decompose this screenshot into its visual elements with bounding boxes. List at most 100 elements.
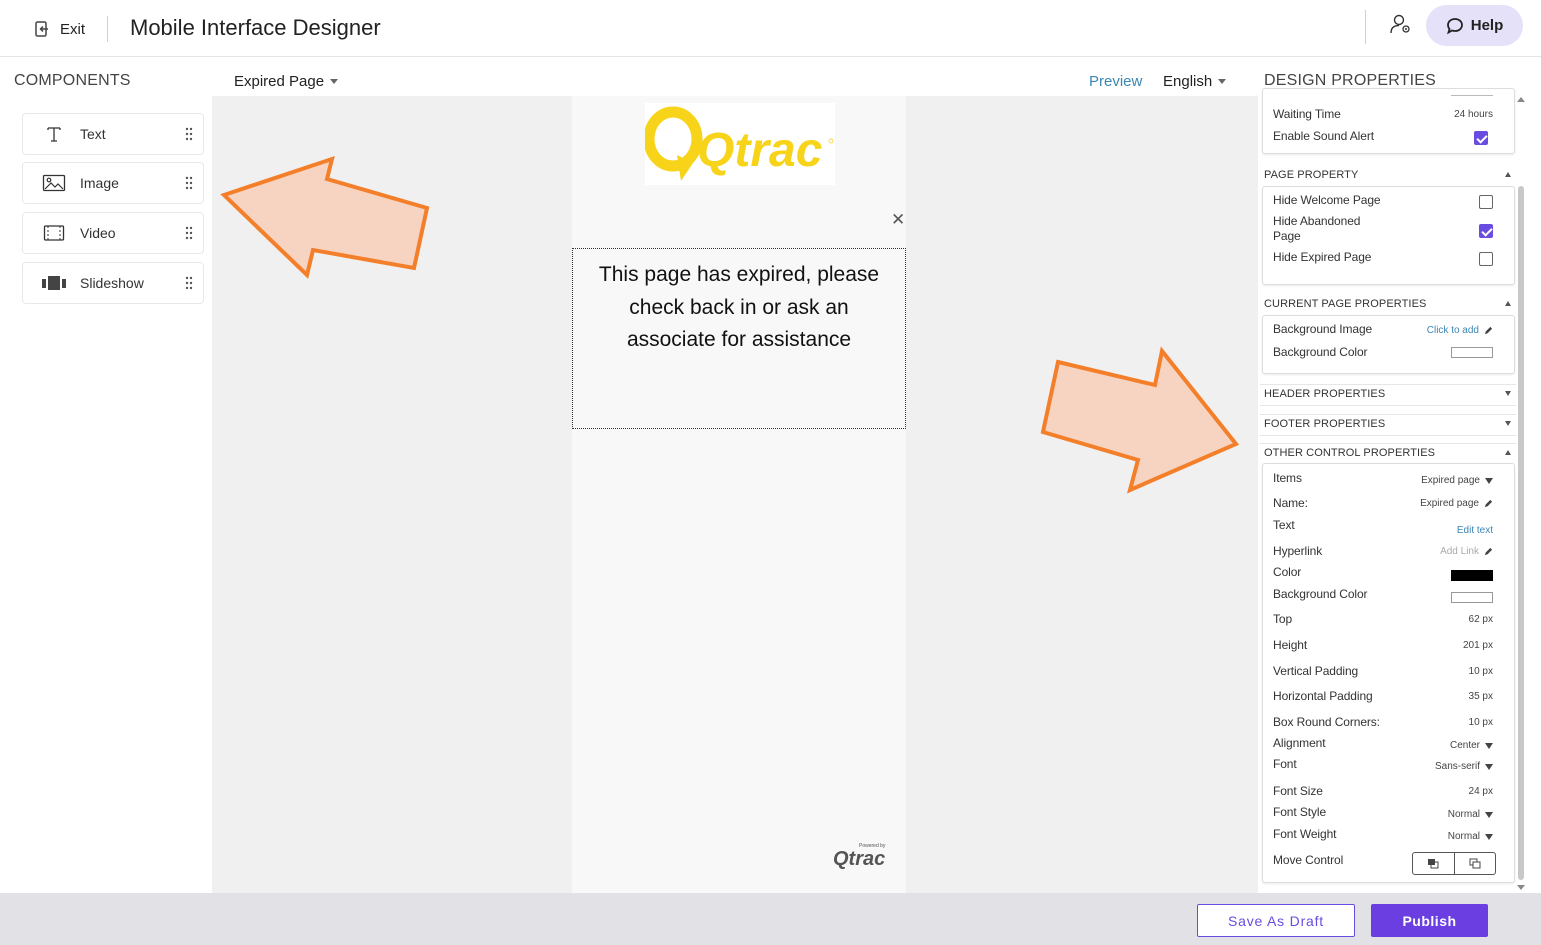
expired-message-box[interactable]: This page has expired, please check back…	[572, 248, 906, 429]
chevron-down-icon	[330, 79, 339, 84]
round-corners-label: Box Round Corners:	[1273, 715, 1380, 729]
height-value[interactable]: 201 px	[1463, 640, 1493, 651]
user-settings-icon[interactable]	[1389, 12, 1413, 36]
save-as-draft-button[interactable]: Save As Draft	[1197, 904, 1355, 937]
drag-handle-icon[interactable]	[185, 127, 193, 141]
font-value: Sans-serif	[1434, 761, 1480, 772]
phone-preview	[572, 96, 906, 893]
scroll-up-icon[interactable]	[1517, 97, 1525, 102]
preview-link[interactable]: Preview	[1089, 73, 1142, 90]
help-button[interactable]: Help	[1426, 5, 1523, 46]
hide-expired-checkbox[interactable]	[1479, 252, 1493, 266]
page-property-header[interactable]: PAGE PROPERTY	[1264, 169, 1513, 181]
divider	[1260, 435, 1516, 436]
send-backward-button[interactable]	[1455, 853, 1496, 874]
font-weight-value: Normal	[1447, 831, 1480, 842]
name-field[interactable]: Expired page	[1420, 498, 1493, 509]
pencil-icon	[1484, 326, 1493, 335]
annotation-arrow-right-icon	[1040, 346, 1240, 494]
text-label: Text	[1273, 518, 1295, 532]
component-slideshow[interactable]: Slideshow	[22, 262, 204, 304]
other-bg-color-label: Background Color	[1273, 587, 1368, 601]
component-text[interactable]: Text	[22, 113, 204, 155]
bg-image-add-text: Click to add	[1426, 325, 1479, 336]
app-title: Mobile Interface Designer	[130, 15, 381, 40]
items-value: Expired page	[1421, 475, 1480, 486]
edit-text-link[interactable]: Edit text	[1457, 525, 1493, 536]
footer-properties-header[interactable]: FOOTER PROPERTIES	[1264, 418, 1513, 430]
header-properties-header[interactable]: HEADER PROPERTIES	[1264, 388, 1513, 400]
publish-button[interactable]: Publish	[1371, 904, 1488, 937]
drag-handle-icon[interactable]	[185, 226, 193, 240]
bg-color-label: Background Color	[1273, 345, 1368, 359]
component-image[interactable]: Image	[22, 162, 204, 204]
vertical-padding-value[interactable]: 10 px	[1469, 666, 1493, 677]
hide-abandoned-label-cont: Page	[1273, 229, 1301, 243]
exit-button[interactable]: Exit	[34, 20, 85, 38]
add-link-value: Add Link	[1440, 546, 1479, 557]
video-icon	[43, 225, 65, 241]
hide-abandoned-checkbox[interactable]	[1479, 224, 1493, 238]
chevron-down-icon	[1485, 763, 1493, 770]
font-select[interactable]: Sans-serif	[1435, 761, 1493, 772]
powered-logo-text: Qtrac	[833, 848, 885, 870]
sound-alert-label: Enable Sound Alert	[1273, 129, 1374, 143]
drag-handle-icon[interactable]	[185, 276, 193, 290]
other-control-properties-header[interactable]: OTHER CONTROL PROPERTIES	[1264, 447, 1513, 459]
send-backward-icon	[1469, 858, 1481, 869]
components-panel: Text Image Video Slideshow	[14, 96, 212, 893]
component-label: Video	[80, 225, 116, 241]
bring-forward-icon	[1428, 859, 1439, 869]
horizontal-padding-value[interactable]: 35 px	[1469, 691, 1493, 702]
other-bg-color-swatch[interactable]	[1451, 592, 1493, 603]
current-page-properties-header[interactable]: CURRENT PAGE PROPERTIES	[1264, 298, 1513, 310]
alignment-select[interactable]: Center	[1450, 740, 1493, 751]
add-link-field[interactable]: Add Link	[1440, 546, 1493, 557]
font-size-value[interactable]: 24 px	[1469, 786, 1493, 797]
slideshow-icon	[42, 276, 66, 290]
top-label: Top	[1273, 612, 1293, 626]
bg-image-label: Background Image	[1273, 322, 1373, 336]
chevron-down-icon	[1218, 79, 1227, 84]
collapse-icon	[1505, 450, 1511, 455]
hyperlink-label: Hyperlink	[1273, 544, 1323, 558]
language-selector[interactable]: English	[1163, 73, 1227, 90]
hide-welcome-label: Hide Welcome Page	[1273, 193, 1381, 207]
font-label: Font	[1273, 757, 1297, 771]
expired-message-text: This page has expired, please check back…	[598, 263, 880, 351]
bring-forward-button[interactable]	[1413, 853, 1455, 874]
sound-alert-checkbox[interactable]	[1474, 131, 1488, 145]
round-corners-value[interactable]: 10 px	[1469, 717, 1493, 728]
font-weight-select[interactable]: Normal	[1448, 831, 1493, 842]
header-divider	[107, 16, 108, 42]
move-control-buttons	[1412, 852, 1496, 875]
items-select[interactable]: Expired page	[1421, 475, 1493, 486]
collapse-icon	[1505, 172, 1511, 177]
header-divider-right	[1365, 10, 1366, 44]
footer-properties-title: FOOTER PROPERTIES	[1264, 418, 1386, 430]
help-label: Help	[1470, 17, 1504, 34]
annotation-arrow-left-icon	[220, 155, 430, 279]
horizontal-padding-label: Horizontal Padding	[1273, 689, 1373, 703]
divider	[1260, 443, 1516, 444]
page-selector[interactable]: Expired Page	[234, 73, 339, 90]
name-label: Name:	[1273, 496, 1308, 510]
bg-color-swatch[interactable]	[1451, 347, 1493, 358]
text-color-swatch[interactable]	[1451, 570, 1493, 581]
items-label: Items	[1273, 471, 1302, 485]
component-video[interactable]: Video	[22, 212, 204, 254]
component-label: Text	[80, 126, 106, 142]
powered-by-logo: Powered by Qtrac	[833, 840, 893, 870]
drag-handle-icon[interactable]	[185, 176, 193, 190]
scroll-down-icon[interactable]	[1517, 885, 1525, 890]
close-icon[interactable]: ✕	[891, 210, 905, 230]
hide-welcome-checkbox[interactable]	[1479, 195, 1493, 209]
chevron-down-icon	[1485, 477, 1493, 484]
bg-image-add-link[interactable]: Click to add	[1427, 325, 1493, 336]
top-value[interactable]: 62 px	[1469, 614, 1493, 625]
scrollbar-thumb[interactable]	[1518, 186, 1524, 880]
waiting-time-value[interactable]: 24 hours	[1454, 109, 1493, 120]
top-bar: Exit Mobile Interface Designer Help	[0, 0, 1541, 57]
font-style-select[interactable]: Normal	[1448, 809, 1493, 820]
collapse-icon	[1505, 301, 1511, 306]
